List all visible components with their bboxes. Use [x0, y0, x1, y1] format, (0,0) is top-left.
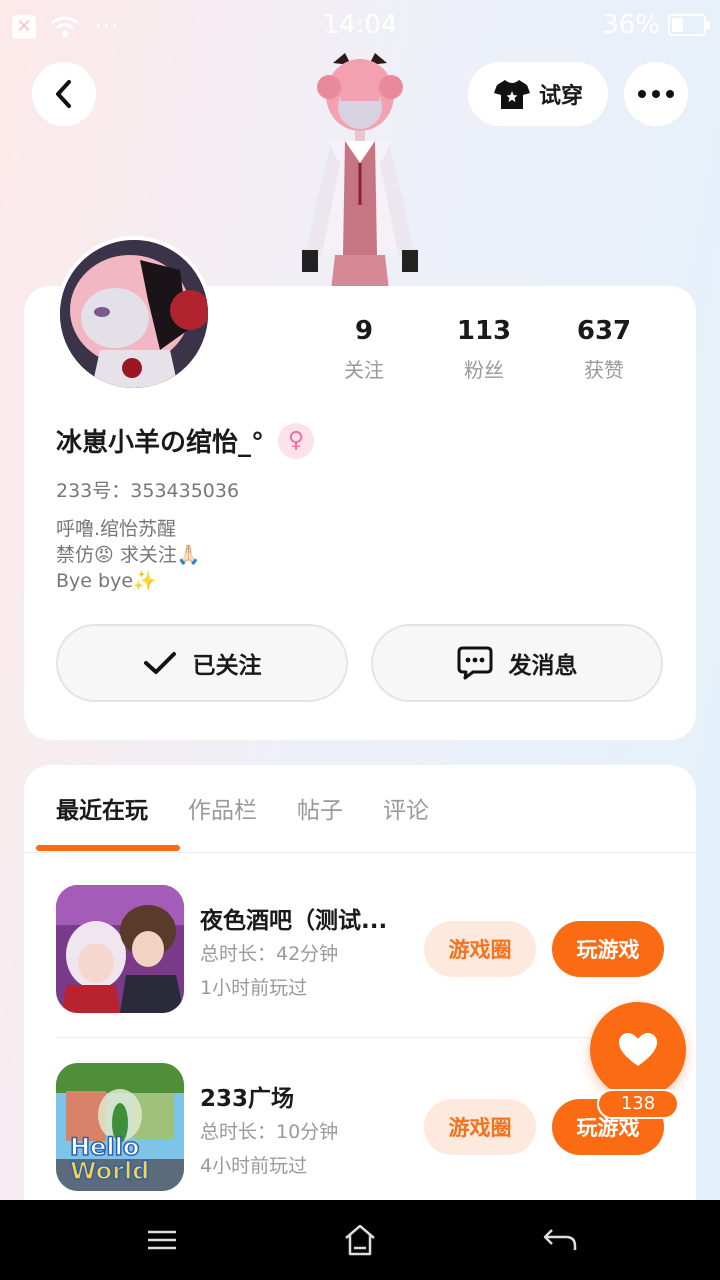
stat-following-label: 关注 — [344, 358, 384, 382]
chat-bubble-icon — [457, 646, 492, 680]
game-title: 夜色酒吧（测试... — [200, 908, 388, 934]
try-on-button[interactable]: 试穿 — [468, 62, 608, 126]
menu-icon — [148, 1230, 176, 1250]
follow-label: 已关注 — [192, 653, 262, 679]
icon-text-world: World — [70, 1157, 149, 1185]
game-row[interactable]: Hello World 233广场 总时长：10分钟 4小时前玩过 游戏圈 玩游… — [56, 1063, 664, 1193]
name-row: 冰崽小羊の绾怡_° ♀ — [56, 422, 315, 459]
menu-button[interactable] — [142, 1220, 182, 1260]
return-arrow-icon — [543, 1229, 577, 1250]
game-duration: 总时长：10分钟 — [200, 1121, 339, 1143]
bio: 呼噜.绾怡苏醒 禁仿😡 求关注🙏🏻 Bye bye✨ — [56, 516, 201, 594]
stats-row: 9 关注 113 粉丝 637 获赞 — [304, 316, 664, 383]
avatar-3d-character[interactable] — [285, 45, 435, 290]
status-bar: ✕ ··· 14:04 36% — [0, 0, 720, 50]
follow-button[interactable]: 已关注 — [56, 624, 348, 702]
more-button[interactable] — [624, 62, 688, 126]
more-dots-icon — [638, 90, 674, 98]
game-icon: Hello World — [56, 1063, 184, 1191]
game-circle-button[interactable]: 游戏圈 — [424, 1099, 536, 1155]
battery-fill — [672, 18, 683, 32]
stat-likes[interactable]: 637 获赞 — [544, 316, 664, 383]
home-button[interactable] — [340, 1220, 380, 1260]
tab-recently-played[interactable]: 最近在玩 — [56, 791, 148, 825]
game-row[interactable]: 夜色酒吧（测试... 总时长：42分钟 1小时前玩过 游戏圈 玩游戏 — [56, 885, 664, 1015]
like-button[interactable] — [590, 1002, 686, 1098]
tab-divider — [24, 852, 696, 853]
game-circle-button[interactable]: 游戏圈 — [424, 921, 536, 977]
female-icon: ♀ — [278, 422, 315, 459]
tab-bar: 最近在玩 作品栏 帖子 评论 — [56, 791, 429, 825]
nickname: 冰崽小羊の绾怡_° — [56, 428, 265, 458]
user-id: 233号：353435036 — [56, 480, 240, 502]
stat-following-value: 9 — [354, 316, 374, 346]
game-last-played: 4小时前玩过 — [200, 1155, 308, 1177]
play-game-button[interactable]: 玩游戏 — [552, 921, 664, 977]
tab-indicator — [36, 845, 180, 851]
bio-line: 呼噜.绾怡苏醒 — [56, 518, 177, 540]
battery-icon — [668, 14, 710, 36]
tab-posts[interactable]: 帖子 — [297, 791, 343, 825]
stat-likes-label: 获赞 — [584, 358, 624, 382]
chevron-left-icon — [56, 80, 71, 108]
tab-works[interactable]: 作品栏 — [188, 791, 257, 825]
game-last-played: 1小时前玩过 — [200, 977, 308, 999]
stat-fans-value: 113 — [456, 316, 512, 346]
heart-icon — [619, 1033, 657, 1066]
system-nav-bar — [0, 1200, 720, 1280]
battery-percent: 36% — [602, 10, 660, 40]
back-button[interactable] — [32, 62, 96, 126]
stat-following[interactable]: 9 关注 — [304, 316, 424, 383]
checkmark-icon — [143, 652, 176, 674]
stat-fans-label: 粉丝 — [464, 358, 504, 382]
tshirt-icon — [493, 80, 530, 109]
message-button[interactable]: 发消息 — [371, 624, 663, 702]
tabs-card: 最近在玩 作品栏 帖子 评论 夜色酒吧（测试... 总时长：42分钟 1小时前玩… — [24, 765, 696, 1225]
avatar[interactable] — [56, 236, 212, 392]
tab-comments[interactable]: 评论 — [383, 791, 429, 825]
message-label: 发消息 — [508, 653, 578, 679]
back-nav-button[interactable] — [540, 1220, 580, 1260]
home-icon — [345, 1224, 375, 1256]
game-title: 233广场 — [200, 1086, 295, 1112]
game-icon — [56, 885, 184, 1013]
game-duration: 总时长：42分钟 — [200, 943, 339, 965]
bio-line: 禁仿😡 求关注🙏🏻 — [56, 544, 201, 566]
row-divider — [56, 1037, 664, 1038]
stat-fans[interactable]: 113 粉丝 — [424, 316, 544, 383]
bio-line: Bye bye✨ — [56, 570, 157, 592]
try-on-label: 试穿 — [538, 84, 583, 109]
stat-likes-value: 637 — [576, 316, 632, 346]
like-count: 138 — [597, 1089, 679, 1119]
